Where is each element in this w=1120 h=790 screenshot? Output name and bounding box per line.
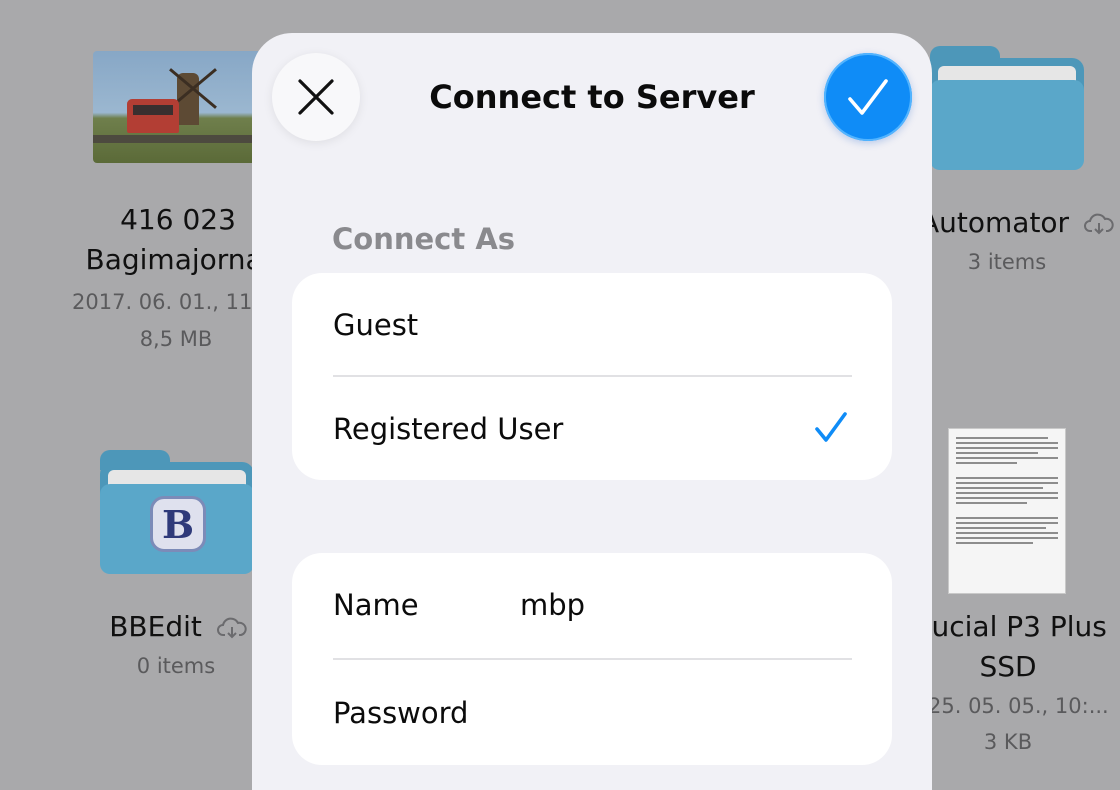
folder-count: 0 items <box>136 654 216 678</box>
name-label: Name <box>333 587 419 622</box>
folder-icon <box>930 46 1084 170</box>
file-date: 2017. 06. 01., 11: <box>72 290 260 314</box>
file-name-line2: SSD <box>979 650 1037 683</box>
checkmark-icon <box>848 79 888 115</box>
name-row[interactable]: Name mbp <box>292 553 892 656</box>
option-registered-user[interactable]: Registered User <box>292 377 892 480</box>
bbedit-logo: B <box>150 496 206 552</box>
password-label: Password <box>333 695 469 730</box>
cloud-download-icon <box>1084 213 1114 235</box>
file-size: 3 KB <box>983 730 1033 754</box>
option-guest[interactable]: Guest <box>292 273 892 376</box>
photo-thumbnail <box>93 51 261 163</box>
folder-name: Automator <box>920 203 1114 243</box>
selected-checkmark-icon <box>815 412 847 442</box>
option-label: Registered User <box>333 411 564 446</box>
folder-count: 3 items <box>967 250 1047 274</box>
option-label: Guest <box>333 307 419 342</box>
connect-as-header: Connect As <box>332 222 516 256</box>
password-row[interactable]: Password <box>292 661 892 764</box>
connect-to-server-sheet: Connect to Server Connect As Guest Regis… <box>252 33 932 790</box>
document-thumbnail <box>948 428 1066 594</box>
connect-as-group: Guest Registered User <box>292 273 892 480</box>
credentials-group: Name mbp Password <box>292 553 892 765</box>
divider <box>333 658 852 660</box>
file-name-line1: rucial P3 Plus <box>920 610 1107 643</box>
file-size: 8,5 MB <box>139 327 213 351</box>
name-field[interactable]: mbp <box>520 588 585 622</box>
file-date: 25. 05. 05., 10:... <box>928 694 1109 718</box>
cloud-download-icon <box>216 617 247 639</box>
done-button[interactable] <box>824 53 912 141</box>
